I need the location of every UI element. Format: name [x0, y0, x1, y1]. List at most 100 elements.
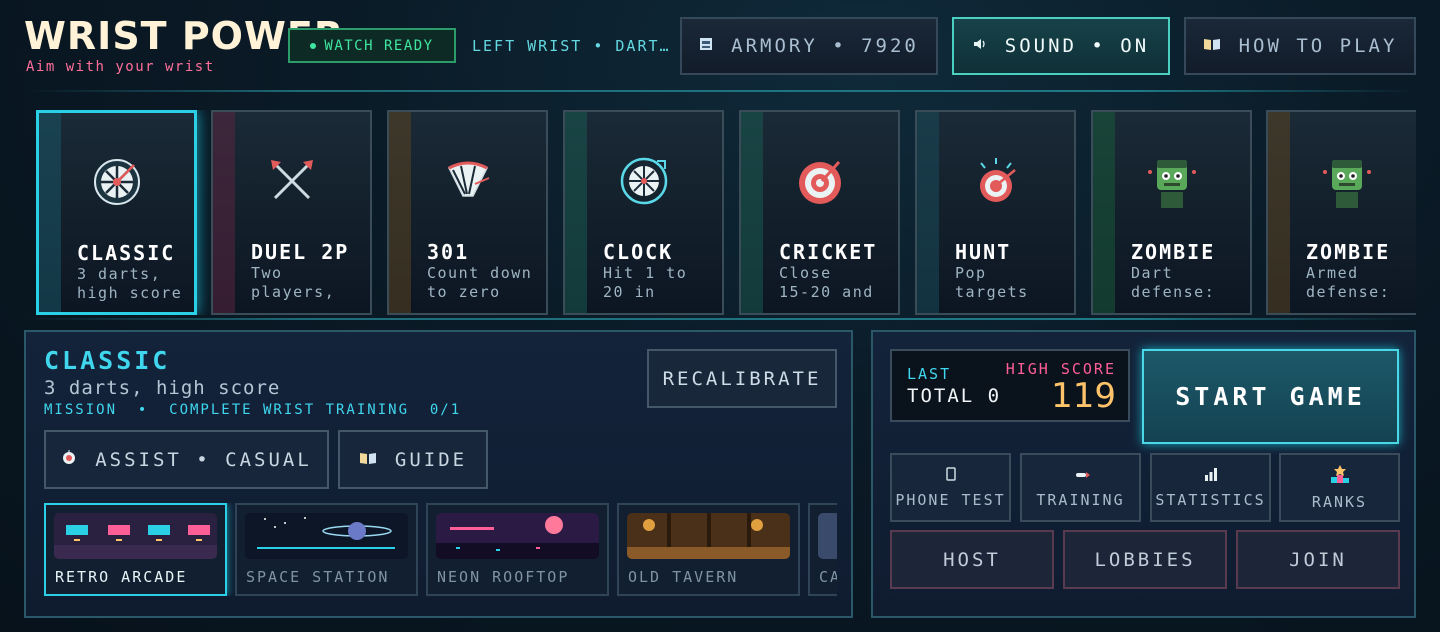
- game-actions-panel: LAST TOTAL 0 HIGH SCORE 119 START GAME P…: [871, 330, 1416, 618]
- card-stripe: [565, 112, 587, 313]
- mode-card-classic[interactable]: CLASSIC 3 darts, high score: [36, 110, 197, 315]
- hand-info-text: LEFT WRIST • DART…: [472, 37, 671, 55]
- arena-thumbnail: [436, 513, 599, 559]
- training-label: TRAINING: [1036, 490, 1125, 509]
- how-to-play-label: HOW TO PLAY: [1238, 35, 1398, 57]
- bar-chart-icon: [1204, 467, 1218, 485]
- armory-label: ARMORY • 7920: [731, 35, 919, 57]
- join-button[interactable]: JOIN: [1236, 530, 1400, 589]
- mode-name: DUEL 2P: [251, 240, 350, 264]
- mode-desc: Hit 1 to 20 in: [603, 264, 688, 301]
- mode-name: CLOCK: [603, 240, 674, 264]
- mode-desc: Pop targets: [955, 264, 1029, 301]
- score-box: LAST TOTAL 0 HIGH SCORE 119: [890, 349, 1130, 422]
- card-stripe: [213, 112, 235, 313]
- start-game-button[interactable]: START GAME: [1142, 349, 1399, 444]
- card-stripe: [1093, 112, 1115, 313]
- target-burst-icon: [979, 158, 1016, 202]
- armory-button[interactable]: ARMORY • 7920: [680, 17, 938, 75]
- assist-mode-button[interactable]: ASSIST • CASUAL: [44, 430, 329, 489]
- arena-thumbnail: [54, 513, 217, 559]
- status-dot-icon: [310, 42, 317, 49]
- crossed-darts-icon: [270, 160, 313, 200]
- arena-card-retro-arcade[interactable]: RETRO ARCADE: [44, 503, 227, 596]
- mode-name: CRICKET: [779, 240, 878, 264]
- selected-mode-title: CLASSIC: [44, 346, 171, 375]
- ranks-button[interactable]: RANKS: [1279, 453, 1400, 522]
- last-label: LAST: [907, 365, 952, 383]
- dartboard-icon: [93, 159, 140, 205]
- arena-card-old-tavern[interactable]: OLD TAVERN: [617, 503, 800, 596]
- arena-card-partial[interactable]: CA: [808, 503, 837, 596]
- header-divider: [24, 90, 1416, 92]
- guide-button[interactable]: GUIDE: [338, 430, 488, 489]
- guide-label: GUIDE: [394, 448, 468, 471]
- arena-name: SPACE STATION: [246, 568, 390, 586]
- statistics-button[interactable]: STATISTICS: [1150, 453, 1271, 522]
- target-icon: [61, 449, 77, 470]
- mode-desc: Count down to zero: [427, 264, 533, 301]
- fan-board-icon: [447, 161, 489, 197]
- host-button[interactable]: HOST: [890, 530, 1054, 589]
- mode-desc: Dart defense:: [1131, 264, 1216, 301]
- mode-card-zombie-dart[interactable]: ZOMBIE Dart defense:: [1091, 110, 1252, 315]
- recalibrate-button[interactable]: RECALIBRATE: [647, 349, 837, 408]
- book-icon: [1203, 37, 1221, 55]
- assist-label: ASSIST • CASUAL: [95, 448, 312, 471]
- cards-divider: [24, 318, 1416, 320]
- mode-card-duel[interactable]: DUEL 2P Two players,: [211, 110, 372, 315]
- sound-label: SOUND • ON: [1004, 35, 1150, 57]
- mode-card-hunt[interactable]: HUNT Pop targets: [915, 110, 1076, 315]
- mode-card-cricket[interactable]: CRICKET Close 15-20 and: [739, 110, 900, 315]
- sound-toggle-button[interactable]: SOUND • ON: [952, 17, 1170, 75]
- mission-text: MISSION • COMPLETE WRIST TRAINING 0/1: [44, 402, 462, 418]
- arena-name: CA: [819, 568, 837, 586]
- mode-name: CLASSIC: [77, 241, 176, 265]
- card-stripe: [389, 112, 411, 313]
- selected-mode-subtitle: 3 darts, high score: [44, 377, 281, 399]
- arena-name: NEON ROOFTOP: [437, 568, 570, 586]
- ranks-label: RANKS: [1311, 492, 1368, 511]
- speaker-icon: [973, 37, 987, 55]
- high-score-value: 119: [1051, 376, 1116, 416]
- mode-name: 301: [427, 240, 470, 264]
- podium-icon: [1330, 464, 1350, 487]
- mode-name: ZOMBIE: [1306, 240, 1391, 264]
- mode-name: ZOMBIE: [1131, 240, 1216, 264]
- card-stripe: [917, 112, 939, 313]
- mode-desc: Close 15-20 and: [779, 264, 874, 301]
- mode-details-panel: CLASSIC 3 darts, high score MISSION • CO…: [24, 330, 853, 618]
- how-to-play-button[interactable]: HOW TO PLAY: [1184, 17, 1416, 75]
- arena-thumbnail: [627, 513, 790, 559]
- arena-card-neon-rooftop[interactable]: NEON ROOFTOP: [426, 503, 609, 596]
- zombie-icon: [1147, 160, 1196, 208]
- mode-card-zombie-armed[interactable]: ZOMBIE Armed defense:: [1266, 110, 1416, 315]
- armory-icon: [699, 36, 713, 56]
- clock-board-icon: [620, 157, 667, 205]
- phone-test-button[interactable]: PHONE TEST: [890, 453, 1011, 522]
- phone-icon: [945, 466, 956, 485]
- arena-name: RETRO ARCADE: [55, 568, 188, 586]
- mode-name: HUNT: [955, 240, 1012, 264]
- card-stripe: [741, 112, 763, 313]
- zombie-icon: [1322, 160, 1371, 208]
- training-button[interactable]: TRAINING: [1020, 453, 1141, 522]
- phone-test-label: PHONE TEST: [895, 490, 1006, 509]
- bullseye-icon: [798, 160, 841, 204]
- statistics-label: STATISTICS: [1155, 490, 1266, 509]
- mode-card-clock[interactable]: CLOCK Hit 1 to 20 in: [563, 110, 724, 315]
- mode-desc: Armed defense:: [1306, 264, 1391, 301]
- book-icon: [359, 451, 377, 469]
- game-subtitle: Aim with your wrist: [26, 59, 215, 75]
- mode-card-301[interactable]: 301 Count down to zero: [387, 110, 548, 315]
- dart-icon: [1072, 467, 1090, 485]
- mode-desc: 3 darts, high score: [77, 265, 183, 302]
- arena-card-space-station[interactable]: SPACE STATION: [235, 503, 418, 596]
- arena-selector: RETRO ARCADE SPACE STATION NEON ROOFTOP …: [44, 503, 837, 596]
- lobbies-button[interactable]: LOBBIES: [1063, 530, 1227, 589]
- card-stripe: [1268, 112, 1290, 313]
- watch-status-badge: WATCH READY: [288, 28, 456, 63]
- card-stripe: [39, 113, 61, 312]
- total-score: TOTAL 0: [907, 385, 1002, 407]
- watch-status-label: WATCH READY: [324, 37, 434, 54]
